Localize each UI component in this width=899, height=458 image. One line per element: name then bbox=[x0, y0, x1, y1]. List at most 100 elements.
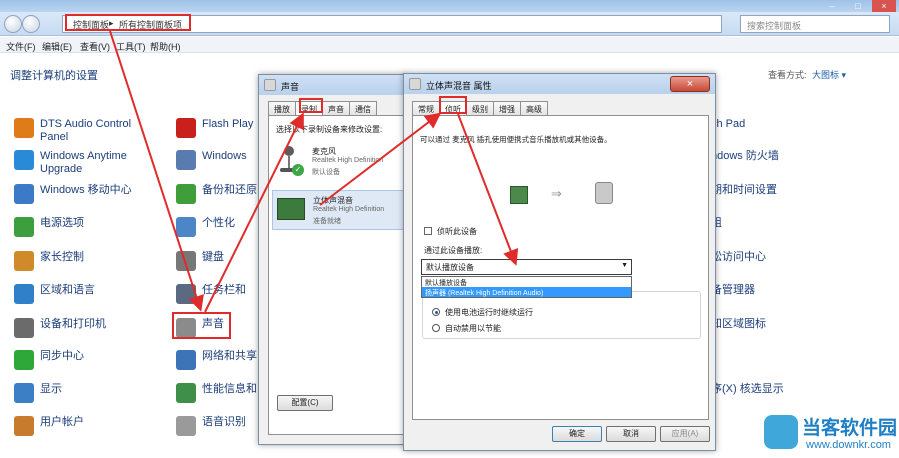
cp-item-taskbar[interactable]: 任务栏和 bbox=[176, 284, 246, 306]
cp-item-label: ch Pad bbox=[711, 118, 746, 130]
cp-item-label: 备份和还原 bbox=[202, 184, 257, 196]
menu-file[interactable]: 文件(F) bbox=[6, 40, 36, 53]
parental-control-icon bbox=[14, 251, 34, 271]
view-mode-dropdown[interactable]: 大图标 ▾ bbox=[812, 68, 846, 81]
breadcrumb-control-panel[interactable]: 控制面板 bbox=[73, 18, 109, 31]
cp-item-globe[interactable]: 区域和语言 bbox=[14, 284, 95, 306]
maximize-button[interactable]: □ bbox=[846, 0, 870, 12]
forward-button[interactable] bbox=[22, 15, 40, 33]
page-title: 调整计算机的设置 bbox=[10, 70, 98, 82]
cp-item-label: ndows 防火墙 bbox=[711, 150, 779, 162]
tab-general[interactable]: 常规 bbox=[412, 101, 440, 115]
sync-icon bbox=[14, 350, 34, 370]
playback-device-combo[interactable]: 默认播放设备 ▼ bbox=[421, 259, 632, 275]
recording-instruction: 选择以下录制设备来修改设置: bbox=[276, 125, 383, 134]
close-window-button[interactable]: × bbox=[872, 0, 896, 12]
menu-tools[interactable]: 工具(T) bbox=[116, 40, 146, 53]
properties-title-bar: 立体声混音 属性 × bbox=[404, 74, 715, 94]
minimize-button[interactable]: – bbox=[820, 0, 844, 12]
radio-auto-disable[interactable] bbox=[432, 324, 440, 332]
cp-item-windows-flag[interactable]: Windows Anytime Upgrade bbox=[14, 150, 150, 175]
menu-bar: 文件(F) 编辑(E) 查看(V) 工具(T) 帮助(H) bbox=[0, 37, 899, 53]
cancel-button[interactable]: 取消 bbox=[606, 426, 656, 442]
power-options-icon bbox=[14, 217, 34, 237]
performance-icon bbox=[176, 383, 196, 403]
sound-dialog-title: 声音 bbox=[281, 82, 300, 92]
menu-view[interactable]: 查看(V) bbox=[80, 40, 110, 53]
cp-item-mobility-center[interactable]: Windows 移动中心 bbox=[14, 184, 132, 206]
device-name: 麦克风 bbox=[312, 147, 336, 156]
sound-dialog-title-bar: 声音 bbox=[259, 75, 405, 95]
cp-item-microphone[interactable]: 语音识别 bbox=[176, 416, 246, 438]
device-stereo-mix[interactable]: 立体声混音 Realtek High Definition 准备就绪 bbox=[272, 190, 404, 230]
back-button[interactable] bbox=[4, 15, 22, 33]
cp-item-printer[interactable]: 设备和打印机 bbox=[14, 318, 106, 340]
ok-button[interactable]: 确定 bbox=[552, 426, 602, 442]
watermark-logo-icon bbox=[764, 415, 798, 449]
cp-item-user-accounts[interactable]: 用户帐户 bbox=[14, 416, 84, 438]
globe-icon bbox=[14, 284, 34, 304]
radio-continue-on-battery[interactable] bbox=[432, 308, 440, 316]
apply-button[interactable]: 应用(A) bbox=[660, 426, 710, 442]
cp-item-label: 任务栏和 bbox=[202, 284, 246, 296]
cp-item-label: Windows 移动中心 bbox=[40, 184, 132, 196]
cp-item-label: 家长控制 bbox=[40, 251, 84, 263]
playback-label: 通过此设备播放: bbox=[424, 246, 483, 255]
taskbar-icon bbox=[176, 284, 196, 304]
audio-control-icon bbox=[14, 118, 34, 138]
close-button[interactable]: × bbox=[670, 76, 710, 92]
cp-item-power-options[interactable]: 电源选项 bbox=[14, 217, 84, 239]
keyboard-icon bbox=[176, 251, 196, 271]
menu-help[interactable]: 帮助(H) bbox=[150, 40, 181, 53]
sound-card-icon bbox=[277, 198, 305, 220]
listen-checkbox[interactable] bbox=[424, 227, 432, 235]
playback-device-list[interactable]: 默认播放设备 扬声器 (Realtek High Definition Audi… bbox=[421, 276, 632, 298]
tab-sounds[interactable]: 声音 bbox=[322, 101, 350, 115]
tab-playback[interactable]: 播放 bbox=[268, 101, 296, 115]
tab-communications[interactable]: 通信 bbox=[349, 101, 377, 115]
cp-item-audio-control[interactable]: DTS Audio Control Panel bbox=[14, 118, 150, 143]
cp-item-label: 电源选项 bbox=[40, 217, 84, 229]
speaker-icon bbox=[264, 79, 276, 91]
configure-button[interactable]: 配置(C) bbox=[277, 395, 333, 411]
dropdown-option-selected[interactable]: 扬声器 (Realtek High Definition Audio) bbox=[422, 287, 631, 297]
cp-item-label: 序(X) 核选显示 bbox=[711, 383, 784, 395]
sound-card-icon bbox=[409, 78, 421, 90]
dropdown-option[interactable]: 默认播放设备 bbox=[422, 277, 631, 287]
device-microphone[interactable]: ✓ 麦克风 Realtek High Definition 默认设备 bbox=[272, 142, 404, 182]
cp-item-label: 用户帐户 bbox=[40, 416, 84, 428]
cp-item-flash[interactable]: Flash Play bbox=[176, 118, 253, 140]
breadcrumb-separator: ▸ bbox=[109, 18, 114, 28]
properties-title: 立体声混音 属性 bbox=[426, 81, 492, 91]
cp-item-sync[interactable]: 同步中心 bbox=[14, 350, 84, 372]
cp-item-backup[interactable]: 备份和还原 bbox=[176, 184, 257, 206]
cp-item-label: 设备和打印机 bbox=[40, 318, 106, 330]
tab-enhancements[interactable]: 增强 bbox=[493, 101, 521, 115]
cp-item-parental-control[interactable]: 家长控制 bbox=[14, 251, 84, 273]
cp-item-label: 知区域图标 bbox=[711, 318, 766, 330]
listen-description: 可以通过 麦克风 插孔使用便携式音乐播放机或其他设备。 bbox=[420, 135, 612, 144]
device-status: 默认设备 bbox=[312, 169, 340, 176]
search-input[interactable]: 搜索控制面板 bbox=[740, 15, 890, 33]
breadcrumb-all-items[interactable]: 所有控制面板项 bbox=[119, 18, 182, 31]
cp-item-windows[interactable]: Windows bbox=[176, 150, 247, 172]
device-name: 立体声混音 bbox=[313, 196, 353, 205]
cp-item-label: Windows Anytime Upgrade bbox=[40, 150, 127, 175]
recording-tab-highlight bbox=[299, 98, 323, 113]
cp-item-display[interactable]: 显示 bbox=[14, 383, 62, 405]
cp-item-performance[interactable]: 性能信息和 bbox=[176, 383, 257, 405]
watermark-brand: 当客软件园 bbox=[802, 418, 898, 439]
cp-item-personalize[interactable]: 个性化 bbox=[176, 217, 235, 239]
printer-icon bbox=[14, 318, 34, 338]
cp-item-keyboard[interactable]: 键盘 bbox=[176, 251, 224, 273]
device-status: 准备就绪 bbox=[313, 218, 341, 225]
chevron-down-icon[interactable]: ▼ bbox=[621, 262, 628, 269]
user-accounts-icon bbox=[14, 416, 34, 436]
tab-advanced[interactable]: 高级 bbox=[520, 101, 548, 115]
cp-item-label: 同步中心 bbox=[40, 350, 84, 362]
menu-edit[interactable]: 编辑(E) bbox=[42, 40, 72, 53]
cp-item-network[interactable]: 网络和共享 bbox=[176, 350, 257, 372]
tab-levels[interactable]: 级别 bbox=[466, 101, 494, 115]
speaker-icon bbox=[595, 182, 613, 204]
cp-item-label: 显示 bbox=[40, 383, 62, 395]
